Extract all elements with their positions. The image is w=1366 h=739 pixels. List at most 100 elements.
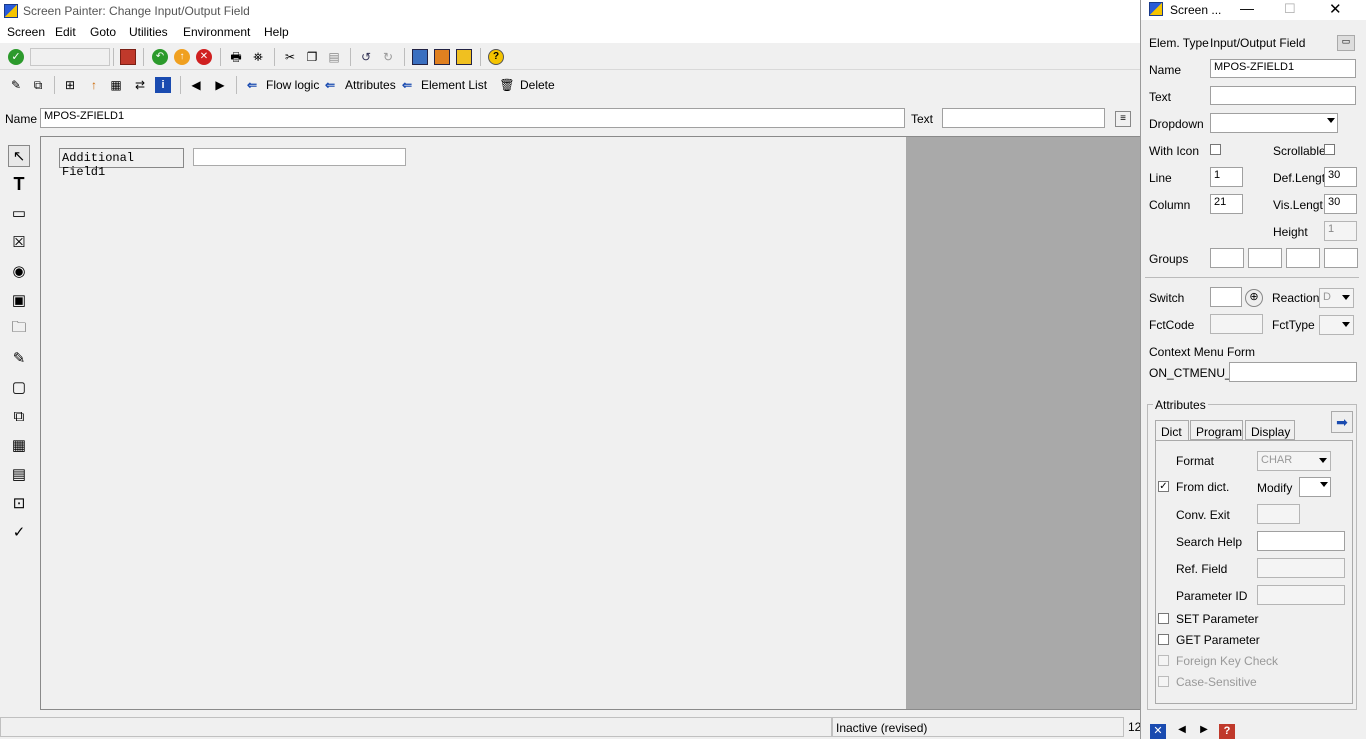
table-control-icon[interactable]: ▦ — [8, 434, 30, 456]
copy-icon[interactable]: ❐ — [304, 49, 320, 65]
search-help-field[interactable] — [1257, 531, 1345, 551]
layout-editor-icon[interactable]: ⧉ — [30, 77, 46, 93]
fcttype-select[interactable] — [1319, 315, 1354, 335]
box-icon[interactable]: ▢ — [8, 376, 30, 398]
group-field-2[interactable] — [1248, 248, 1282, 268]
forward-arrow-icon[interactable]: ➡ — [1331, 411, 1353, 433]
ref-field-label: Ref. Field — [1176, 562, 1228, 576]
next-icon[interactable]: ▶ — [212, 77, 228, 93]
set-parameter-checkbox[interactable] — [1158, 613, 1169, 624]
switch-icon[interactable]: ⊕ — [1245, 289, 1263, 307]
minimize-icon[interactable]: — — [1240, 0, 1254, 16]
command-field[interactable] — [30, 48, 110, 66]
attributes-group-label: Attributes — [1153, 398, 1208, 412]
back-icon[interactable]: ↶ — [152, 49, 168, 65]
text-input[interactable] — [942, 108, 1105, 128]
previous-icon[interactable]: ◀ — [188, 77, 204, 93]
with-icon-checkbox[interactable] — [1210, 144, 1221, 155]
menu-utilities[interactable]: Utilities — [129, 25, 168, 39]
panel-close-icon[interactable]: ✕ — [1150, 724, 1166, 739]
customize-icon[interactable] — [456, 49, 472, 65]
search-help-label: Search Help — [1176, 535, 1243, 549]
on-ctmenu-field[interactable] — [1229, 362, 1357, 382]
table-wizard-icon[interactable]: ▤ — [8, 463, 30, 485]
line-field[interactable]: 1 — [1210, 167, 1243, 187]
panel-help-icon[interactable]: ? — [1219, 724, 1235, 739]
menu-screen[interactable]: Screen — [7, 25, 45, 39]
menu-edit[interactable]: Edit — [55, 25, 76, 39]
flow-logic-arrow-icon: ⇐ — [246, 78, 258, 92]
image-icon[interactable] — [434, 49, 450, 65]
switch-field[interactable] — [1210, 287, 1242, 307]
get-parameter-checkbox[interactable] — [1158, 634, 1169, 645]
cancel-icon[interactable]: ✕ — [196, 49, 212, 65]
edit-icon[interactable]: ✎ — [8, 77, 24, 93]
pushbutton-icon[interactable]: ▣ — [8, 289, 30, 311]
pointer-icon[interactable]: ↑ — [86, 77, 102, 93]
elem-type-button-icon[interactable]: ▭ — [1337, 35, 1355, 51]
name-field[interactable]: MPOS-ZFIELD1 — [1210, 59, 1356, 78]
vis-length-field[interactable]: 30 — [1324, 194, 1357, 214]
text-list-icon[interactable]: ≡ — [1115, 111, 1131, 127]
element-list-button[interactable]: Element List — [421, 78, 487, 92]
select-pointer-icon[interactable]: ↖ — [8, 145, 30, 167]
hierarchy-icon[interactable]: ⊞ — [62, 77, 78, 93]
status-icon-icon[interactable]: ✓ — [8, 521, 30, 543]
exit-icon[interactable]: ↑ — [174, 49, 190, 65]
from-dict-checkbox[interactable]: ✓ — [1158, 481, 1169, 492]
cut-icon[interactable]: ✂ — [282, 49, 298, 65]
reaction-label: Reaction — [1272, 291, 1320, 305]
column-field[interactable]: 21 — [1210, 194, 1243, 214]
subscreen-icon[interactable]: ⧉ — [8, 405, 30, 427]
find-icon[interactable]: ⛯ — [250, 49, 266, 65]
move-icon[interactable]: ⇄ — [132, 77, 148, 93]
tabstrip-icon[interactable]: 🗀 — [8, 318, 30, 340]
group-field-4[interactable] — [1324, 248, 1358, 268]
save-icon[interactable] — [120, 49, 136, 65]
panel-next-icon[interactable]: ▶ — [1196, 724, 1212, 739]
layout-icon[interactable] — [412, 49, 428, 65]
text-field-icon[interactable]: T — [8, 173, 30, 195]
custom-control-icon[interactable]: ⊡ — [8, 492, 30, 514]
group-field-3[interactable] — [1286, 248, 1320, 268]
menu-goto[interactable]: Goto — [90, 25, 116, 39]
info-icon[interactable]: i — [155, 77, 171, 93]
radio-button-icon[interactable]: ◉ — [8, 260, 30, 282]
attributes-button[interactable]: Attributes — [345, 78, 396, 92]
fctcode-label: FctCode — [1149, 318, 1195, 332]
checkbox-icon[interactable]: ☒ — [8, 231, 30, 253]
reaction-select[interactable]: D — [1319, 288, 1354, 308]
group-field-1[interactable] — [1210, 248, 1244, 268]
input-field-icon[interactable]: ▭ — [8, 202, 30, 224]
vis-length-label: Vis.Length — [1273, 198, 1323, 212]
flow-logic-button[interactable]: Flow logic — [266, 78, 319, 92]
name-input[interactable]: MPOS-ZFIELD1 — [40, 108, 905, 128]
close-icon[interactable]: ✕ — [1329, 0, 1342, 18]
print-icon[interactable]: 🖶 — [228, 49, 244, 65]
enter-check-icon[interactable]: ✓ — [8, 49, 24, 65]
table-icon[interactable]: ▦ — [108, 77, 124, 93]
redo-icon[interactable]: ↻ — [380, 49, 396, 65]
menu-environment[interactable]: Environment — [183, 25, 250, 39]
delete-button[interactable]: Delete — [520, 78, 555, 92]
text-field[interactable] — [1210, 86, 1356, 105]
undo-icon[interactable]: ↺ — [358, 49, 374, 65]
def-length-field[interactable]: 30 — [1324, 167, 1357, 187]
modify-select[interactable] — [1299, 477, 1331, 497]
menu-help[interactable]: Help — [264, 25, 289, 39]
tabstrip-wizard-icon[interactable]: ✎ — [8, 347, 30, 369]
tab-dict[interactable]: Dict — [1155, 420, 1189, 441]
canvas-input-field[interactable] — [193, 148, 406, 166]
format-select[interactable]: CHAR — [1257, 451, 1331, 471]
canvas-text-label[interactable]: Additional Field1 — [59, 148, 184, 179]
foreign-key-label: Foreign Key Check — [1176, 654, 1279, 668]
tab-display[interactable]: Display — [1245, 420, 1295, 440]
panel-prev-icon[interactable]: ◀ — [1174, 724, 1190, 739]
scrollable-checkbox[interactable] — [1324, 144, 1335, 155]
tab-program[interactable]: Program — [1190, 420, 1243, 440]
sap-app-icon — [4, 4, 18, 18]
paste-icon[interactable]: ▤ — [326, 49, 342, 65]
help-icon[interactable]: ? — [488, 49, 504, 65]
dropdown-select[interactable] — [1210, 113, 1338, 133]
maximize-icon[interactable]: ☐ — [1284, 1, 1296, 17]
